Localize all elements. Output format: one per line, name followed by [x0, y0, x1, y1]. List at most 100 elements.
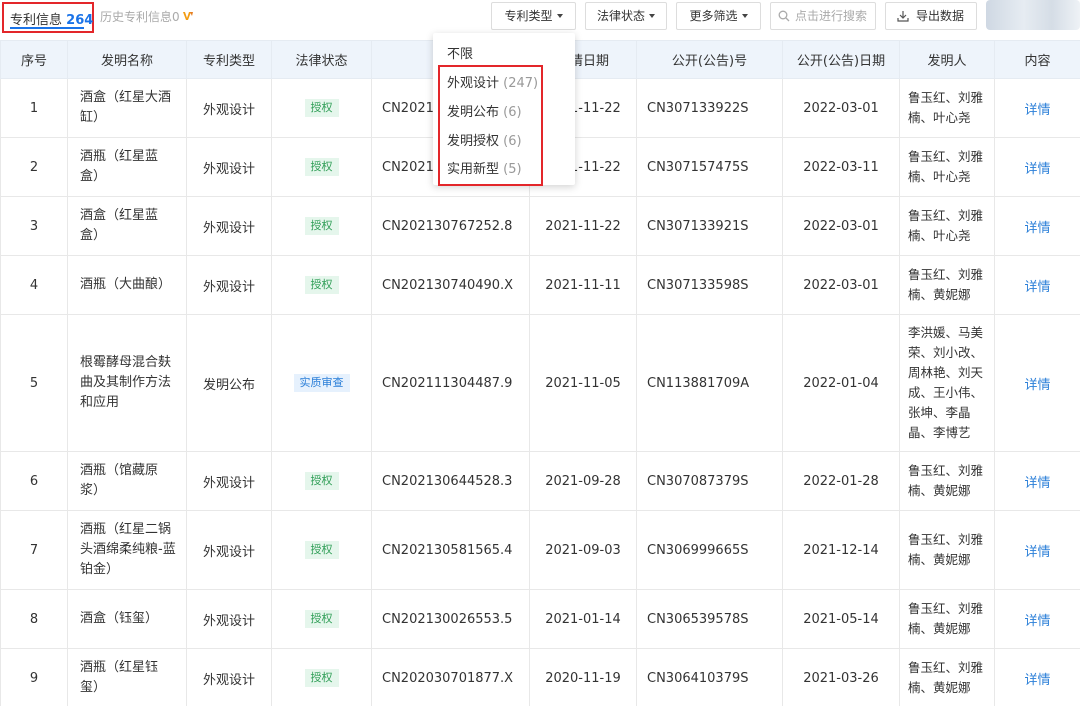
detail-link[interactable]: 详情 — [1024, 280, 1050, 295]
detail-link[interactable]: 详情 — [1024, 378, 1050, 393]
detail-link[interactable]: 详情 — [1024, 614, 1050, 629]
detail-link[interactable]: 详情 — [1024, 221, 1050, 236]
row-inventors: 鲁玉红、刘雅楠、黄妮娜 — [899, 255, 995, 315]
row-pub-date: 2022-01-28 — [782, 451, 900, 511]
row-type: 外观设计 — [186, 137, 272, 197]
detail-link[interactable]: 详情 — [1024, 545, 1050, 560]
row-app-no: CN202130026553.5 — [371, 589, 530, 649]
row-name: 酒盒（红星大酒缸） — [67, 78, 187, 138]
row-pub-date: 2022-03-01 — [782, 196, 900, 256]
search-input[interactable]: 点击进行搜索 — [770, 2, 876, 30]
row-name: 根霉酵母混合麸曲及其制作方法和应用 — [67, 314, 187, 452]
header-pub-date: 公开(公告)日期 — [782, 40, 900, 79]
patent-type-filter-label: 专利类型 — [504, 9, 553, 23]
row-inventors: 鲁玉红、刘雅楠、叶心尧 — [899, 78, 995, 138]
row-index: 9 — [0, 648, 68, 706]
row-type: 外观设计 — [186, 451, 272, 511]
chevron-down-icon — [741, 14, 748, 18]
detail-link[interactable]: 详情 — [1024, 103, 1050, 118]
row-app-no: CN202030701877.X — [371, 648, 530, 706]
more-filters-label: 更多筛选 — [689, 9, 738, 23]
row-pub-date: 2021-05-14 — [782, 589, 900, 649]
table-row: 8 酒盒（钰玺） 外观设计 授权 CN202130026553.5 2021-0… — [0, 589, 1080, 649]
tab-history-label: 历史专利信息0 — [100, 10, 180, 24]
table-row: 7 酒瓶（红星二锅头酒绵柔纯粮-蓝铂金） 外观设计 授权 CN202130581… — [0, 510, 1080, 590]
row-name: 酒瓶（红星钰玺） — [67, 648, 187, 706]
row-index: 3 — [0, 196, 68, 256]
row-pub-date: 2021-03-26 — [782, 648, 900, 706]
table-row: 4 酒瓶（大曲酿） 外观设计 授权 CN202130740490.X 2021-… — [0, 255, 1080, 315]
row-app-date: 2021-11-11 — [529, 255, 637, 315]
legal-status-filter-button[interactable]: 法律状态 — [585, 2, 667, 30]
search-icon — [778, 10, 790, 22]
row-index: 5 — [0, 314, 68, 452]
row-type: 外观设计 — [186, 648, 272, 706]
row-pub-no: CN113881709A — [636, 314, 783, 452]
detail-link[interactable]: 详情 — [1024, 673, 1050, 688]
header-status: 法律状态 — [271, 40, 372, 79]
row-pub-no: CN306410379S — [636, 648, 783, 706]
row-name: 酒瓶（大曲酿） — [67, 255, 187, 315]
dropdown-option-all[interactable]: 不限 — [447, 43, 473, 62]
search-placeholder: 点击进行搜索 — [795, 9, 868, 23]
tab-patent-info-count: 264 — [66, 13, 94, 28]
table-row: 3 酒盒（红星蓝盒） 外观设计 授权 CN202130767252.8 2021… — [0, 196, 1080, 256]
row-index: 4 — [0, 255, 68, 315]
row-inventors: 鲁玉红、刘雅楠、叶心尧 — [899, 196, 995, 256]
detail-link[interactable]: 详情 — [1024, 476, 1050, 491]
status-badge: 实质审查 — [293, 374, 350, 392]
header-type: 专利类型 — [186, 40, 272, 79]
more-filters-button[interactable]: 更多筛选 — [676, 2, 761, 30]
row-app-date: 2021-01-14 — [529, 589, 637, 649]
row-index: 8 — [0, 589, 68, 649]
status-badge: 授权 — [304, 99, 339, 117]
row-pub-no: CN307087379S — [636, 451, 783, 511]
row-app-date: 2020-11-19 — [529, 648, 637, 706]
row-app-no: CN202130767252.8 — [371, 196, 530, 256]
row-type: 外观设计 — [186, 510, 272, 590]
detail-link[interactable]: 详情 — [1024, 162, 1050, 177]
status-badge: 授权 — [304, 158, 339, 176]
table-row: 5 根霉酵母混合麸曲及其制作方法和应用 发明公布 实质审查 CN20211130… — [0, 314, 1080, 452]
patent-type-filter-button[interactable]: 专利类型 — [491, 2, 576, 30]
row-pub-no: CN307133921S — [636, 196, 783, 256]
row-inventors: 鲁玉红、刘雅楠、黄妮娜 — [899, 648, 995, 706]
tab-patent-info-label: 专利信息 — [10, 13, 63, 28]
row-name: 酒瓶（馆藏原浆） — [67, 451, 187, 511]
row-app-no: CN202130581565.4 — [371, 510, 530, 590]
row-inventors: 李洪媛、马美荣、刘小改、周林艳、刘天成、王小伟、张坤、李晶晶、李博艺 — [899, 314, 995, 452]
row-pub-no: CN307133922S — [636, 78, 783, 138]
row-inventors: 鲁玉红、刘雅楠、黄妮娜 — [899, 589, 995, 649]
row-pub-no: CN307133598S — [636, 255, 783, 315]
user-avatar[interactable] — [986, 0, 1080, 30]
row-type: 发明公布 — [186, 314, 272, 452]
row-name: 酒瓶（红星蓝盒） — [67, 137, 187, 197]
header-inventors: 发明人 — [899, 40, 995, 79]
export-data-label: 导出数据 — [916, 9, 965, 23]
top-bar: 专利信息 264 历史专利信息0 专利类型 法律状态 更多筛选 点击进行搜索 导… — [0, 0, 1080, 36]
row-type: 外观设计 — [186, 196, 272, 256]
export-data-button[interactable]: 导出数据 — [885, 2, 977, 30]
row-type: 外观设计 — [186, 255, 272, 315]
chevron-down-icon — [649, 14, 655, 18]
status-badge: 授权 — [304, 217, 339, 235]
row-pub-date: 2022-03-01 — [782, 255, 900, 315]
chevron-down-icon — [556, 14, 563, 18]
row-app-date: 2021-09-03 — [529, 510, 637, 590]
status-badge: 授权 — [304, 472, 339, 490]
row-index: 6 — [0, 451, 68, 511]
tab-patent-info[interactable]: 专利信息 264 — [2, 2, 94, 33]
status-badge: 授权 — [304, 276, 339, 294]
dropdown-option-label: 不限 — [447, 47, 474, 62]
row-pub-date: 2021-12-14 — [782, 510, 900, 590]
row-pub-no: CN306999665S — [636, 510, 783, 590]
row-app-date: 2021-11-22 — [529, 196, 637, 256]
row-pub-no: CN307157475S — [636, 137, 783, 197]
highlight-box — [438, 65, 543, 186]
row-index: 1 — [0, 78, 68, 138]
status-badge: 授权 — [304, 669, 339, 687]
row-index: 7 — [0, 510, 68, 590]
status-badge: 授权 — [304, 541, 339, 559]
header-pub-no: 公开(公告)号 — [636, 40, 783, 79]
tab-history-patent-info[interactable]: 历史专利信息0 — [100, 8, 194, 25]
